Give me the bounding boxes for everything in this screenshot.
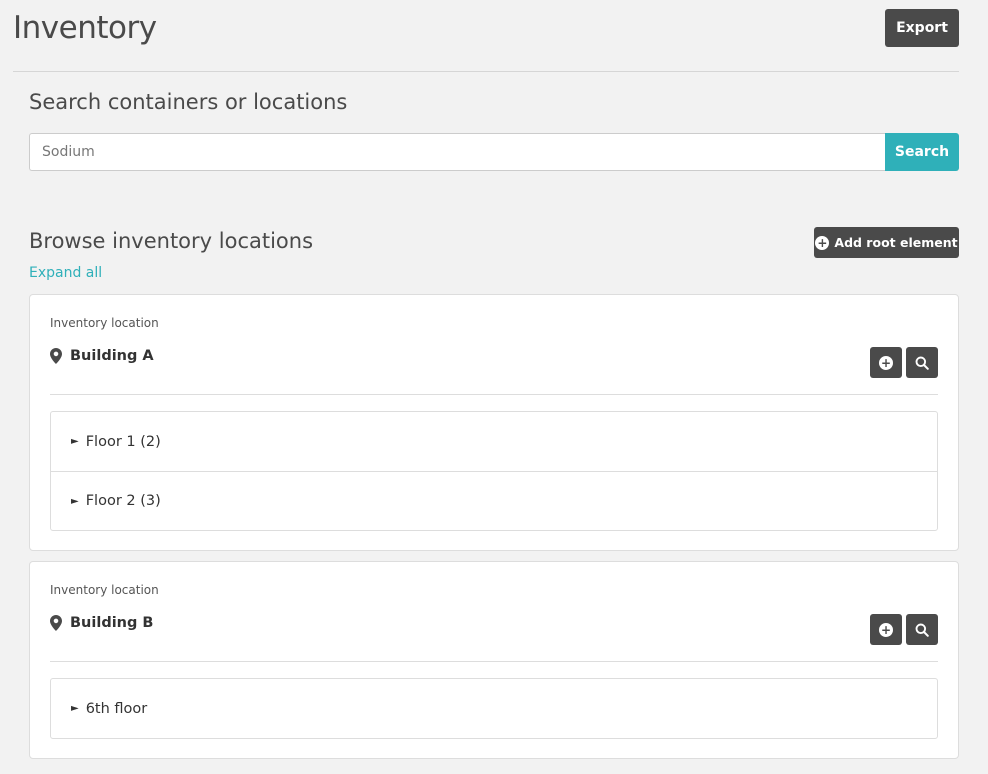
plus-circle-icon: + [815,235,830,250]
map-pin-icon [50,615,62,631]
map-pin-icon [50,348,62,364]
child-location-label: Floor 1 (2) [85,433,161,450]
browse-section-title: Browse inventory locations [29,229,314,253]
caret-right-icon: ► [71,436,79,447]
add-child-button[interactable]: + [870,614,902,645]
add-root-element-label: Add root element [834,235,958,250]
location-actions: + [870,614,938,645]
header-divider [13,71,959,72]
child-location-item[interactable]: ► Floor 2 (3) [51,471,937,530]
caret-right-icon: ► [71,495,79,507]
location-type-label: Inventory location [50,316,159,330]
add-child-button[interactable]: + [870,347,902,378]
location-name: Building B [70,615,154,631]
plus-circle-icon: + [879,622,893,637]
caret-right-icon: ► [71,703,79,714]
location-name: Building A [70,348,154,364]
card-divider [50,394,938,395]
location-actions: + [870,347,938,378]
location-card-building-b: Inventory location Building B + ► 6th fl… [29,561,959,759]
add-root-element-button[interactable]: + Add root element [814,227,959,258]
location-card-building-a: Inventory location Building A + ► Floor … [29,294,959,551]
child-location-item[interactable]: ► 6th floor [51,679,937,738]
search-input[interactable] [29,133,886,171]
page-title: Inventory [13,10,157,46]
expand-all-link[interactable]: Expand all [29,265,102,281]
child-location-list: ► Floor 1 (2) ► Floor 2 (3) [50,411,938,531]
search-location-button[interactable] [906,614,938,645]
location-name-row: Building A [50,348,154,364]
magnifier-icon [915,623,929,637]
plus-circle-icon: + [879,355,893,370]
location-type-label: Inventory location [50,583,159,597]
location-name-row: Building B [50,615,153,631]
search-section-title: Search containers or locations [29,90,348,114]
child-location-label: Floor 2 (3) [85,493,161,509]
export-button[interactable]: Export [885,9,959,47]
magnifier-icon [915,356,929,370]
search-button[interactable]: Search [885,133,959,171]
child-location-list: ► 6th floor [50,678,938,739]
card-divider [50,661,938,662]
child-location-label: 6th floor [85,700,148,717]
search-location-button[interactable] [906,347,938,378]
child-location-item[interactable]: ► Floor 1 (2) [51,412,937,471]
